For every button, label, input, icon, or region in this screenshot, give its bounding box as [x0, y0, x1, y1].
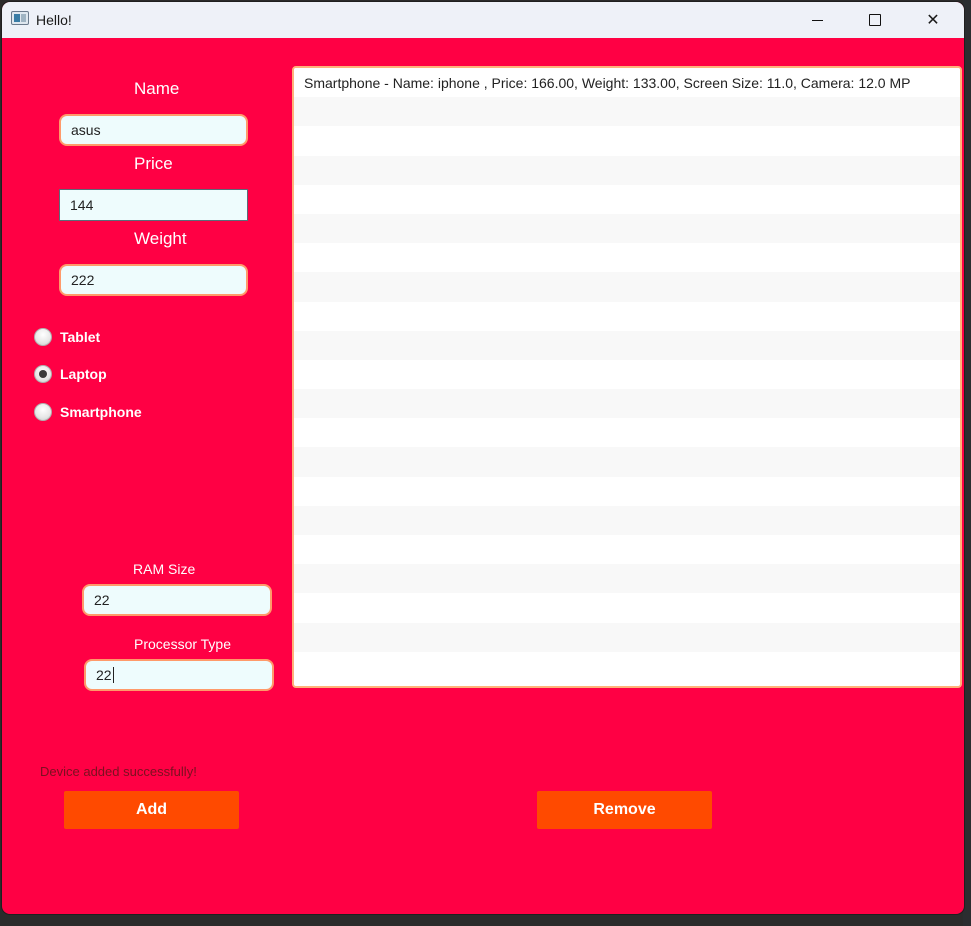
close-icon: ✕	[926, 12, 940, 29]
empty-row	[294, 418, 960, 448]
radio-circle	[34, 328, 52, 346]
empty-row	[294, 301, 960, 331]
weight-value: 222	[71, 272, 95, 288]
empty-row	[294, 564, 960, 594]
radio-laptop[interactable]: Laptop	[34, 365, 107, 383]
add-button[interactable]: Add	[64, 791, 239, 829]
name-value: asus	[71, 122, 101, 138]
radio-tablet-label: Tablet	[60, 329, 101, 345]
text-caret	[112, 667, 114, 683]
empty-row	[294, 505, 960, 535]
status-message: Device added successfully!	[40, 764, 197, 779]
minimize-button[interactable]	[788, 2, 846, 38]
processor-value: 22	[96, 667, 112, 683]
empty-row	[294, 389, 960, 419]
price-field[interactable]: 144	[59, 189, 248, 221]
maximize-button[interactable]	[846, 2, 904, 38]
processor-field[interactable]: 22	[84, 659, 274, 691]
empty-row	[294, 213, 960, 244]
device-list[interactable]: Smartphone - Name: iphone , Price: 166.0…	[292, 66, 962, 688]
price-value: 144	[70, 197, 94, 213]
empty-row	[294, 243, 960, 273]
radio-smartphone-label: Smartphone	[60, 404, 142, 420]
empty-row	[294, 447, 960, 477]
radio-laptop-label: Laptop	[60, 366, 107, 382]
list-item[interactable]: Smartphone - Name: iphone , Price: 166.0…	[294, 68, 960, 98]
window-title: Hello!	[36, 12, 72, 28]
empty-row	[294, 126, 960, 156]
empty-row	[294, 651, 960, 681]
weight-label: Weight	[134, 229, 187, 248]
title-bar: Hello! ✕	[2, 2, 964, 38]
radio-circle	[34, 403, 52, 421]
empty-row	[294, 184, 960, 214]
ram-value: 22	[94, 592, 110, 608]
radio-smartphone[interactable]: Smartphone	[34, 403, 142, 421]
ram-field[interactable]: 22	[82, 584, 272, 616]
empty-row	[294, 535, 960, 565]
empty-row	[294, 476, 960, 506]
weight-field[interactable]: 222	[59, 264, 248, 296]
empty-row	[294, 97, 960, 127]
app-window: Hello! ✕ Name asus Price 144 Weight 222 …	[2, 2, 964, 914]
minimize-icon	[811, 19, 823, 21]
empty-row	[294, 330, 960, 360]
radio-tablet[interactable]: Tablet	[34, 328, 100, 346]
close-button[interactable]: ✕	[904, 2, 962, 38]
desktop-background	[963, 0, 971, 926]
empty-row	[294, 272, 960, 302]
empty-row	[294, 593, 960, 623]
empty-row	[294, 622, 960, 652]
app-icon	[11, 11, 29, 25]
empty-row	[294, 359, 960, 390]
price-label: Price	[134, 154, 173, 173]
name-label: Name	[134, 79, 180, 98]
processor-label: Processor Type	[134, 636, 232, 652]
radio-dot	[39, 370, 47, 378]
remove-button[interactable]: Remove	[537, 791, 712, 829]
ram-label: RAM Size	[133, 561, 196, 577]
empty-row	[294, 155, 960, 185]
maximize-icon	[869, 14, 881, 26]
radio-circle-selected	[34, 365, 52, 383]
name-field[interactable]: asus	[59, 114, 248, 146]
